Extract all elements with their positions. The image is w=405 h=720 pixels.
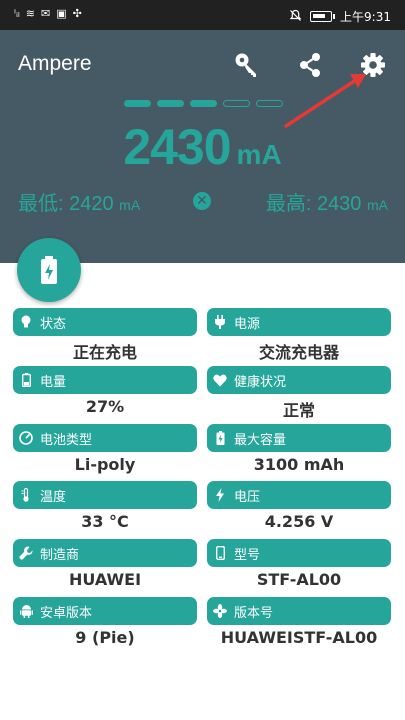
info-cell-model: 型号 STF-AL00 [207,539,391,589]
min-label: 最低: 2420 [18,193,114,215]
thermometer-icon [19,488,33,502]
header: Ampere 2430 mA 最低: 2420 mA ✕ 最高: 2430 mA [0,30,405,263]
info-cell-manufacturer: 制造商 HUAWEI [13,539,197,589]
max-unit: mA [367,197,388,213]
battery-fab-button[interactable] [17,238,81,302]
bulb-icon [19,315,33,329]
info-value: 9 (Pie) [75,628,135,647]
info-label-pill: 电量 [13,366,197,394]
current-value: 2430 [123,119,231,175]
key-icon[interactable] [230,48,264,82]
status-time: 上午9:31 [340,10,391,24]
info-label-pill: 版本号 [207,597,391,625]
info-label-pill: 健康状况 [207,366,391,394]
current-level-indicator [124,100,283,107]
phone-icon [213,546,227,560]
info-cell-voltage: 电压 4.256 V [207,481,391,531]
info-label: 健康状况 [234,374,287,390]
info-label-pill: 型号 [207,539,391,567]
app-notification-icon: ▣ [56,7,67,20]
plug-icon [213,315,227,329]
info-value: 4.256 V [264,512,334,531]
level-segment [223,100,250,107]
lightning-icon [213,488,227,502]
info-value: HUAWEISTF-AL00 [220,628,378,647]
current-reading: 2430 mA [0,118,405,176]
speedometer-icon [19,431,33,445]
info-value: 正在充电 [72,343,137,362]
android-icon [19,604,33,618]
info-label-pill: 电压 [207,481,391,509]
info-value: 33 °C [81,512,129,531]
level-segment [256,100,283,107]
info-value: Li-poly [74,455,136,474]
info-label-pill: 安卓版本 [13,597,197,625]
mail-icon: ✉ [40,7,51,20]
info-label: 温度 [40,489,67,505]
info-label: 状态 [40,316,67,332]
battery-charging-icon [213,431,227,445]
info-value: HUAWEI [68,570,142,589]
level-segment [190,100,217,107]
info-label-pill: 电源 [207,308,391,336]
info-cell-android-version: 安卓版本 9 (Pie) [13,597,197,647]
min-unit: mA [119,197,141,213]
info-cell-level: 电量 27% [13,366,197,416]
level-segment [124,100,151,107]
min-reading: 最低: 2420 mA [18,187,140,216]
info-label: 电源 [234,316,261,332]
info-cell-power-source: 电源 交流充电器 [207,308,391,363]
info-label: 电池类型 [40,432,93,448]
wrench-icon [19,546,33,560]
info-cell-health: 健康状况 正常 [207,366,391,421]
max-label: 最高: 2430 [265,193,362,215]
info-label: 电量 [40,374,67,390]
info-value: 正常 [282,401,315,420]
info-cell-build-number: 版本号 HUAWEISTF-AL00 [207,597,391,647]
app-title: Ampere [18,52,92,75]
info-label-pill: 温度 [13,481,197,509]
info-label-pill: 电池类型 [13,424,197,452]
info-value: 交流充电器 [258,343,339,362]
info-value: 27% [85,397,125,416]
info-label-pill: 制造商 [13,539,197,567]
current-unit: mA [236,139,282,170]
info-value: STF-AL00 [256,570,342,589]
info-label: 最大容量 [234,432,287,448]
info-label: 版本号 [234,605,274,621]
info-label-pill: 状态 [13,308,197,336]
info-label-pill: 最大容量 [207,424,391,452]
info-cell-battery-type: 电池类型 Li-poly [13,424,197,474]
heart-icon [213,373,227,387]
info-label: 电压 [234,489,261,505]
max-reading: 最高: 2430 mA [266,187,388,216]
usb-icon: ✣ [72,7,82,20]
battery-icon [19,373,33,387]
reset-button[interactable]: ✕ [193,192,211,210]
battery-charging-icon [41,256,57,284]
wifi-icon: ≋ [25,7,35,20]
info-cell-temperature: 温度 33 °C [13,481,197,531]
signal-icon: ⁱᵢₗ [14,7,20,20]
status-bar: ⁱᵢₗ ≋ ✉ ▣ ✣ 上午9:31 [0,0,405,30]
status-icons-left: ⁱᵢₗ ≋ ✉ ▣ ✣ [14,8,82,20]
info-label: 安卓版本 [40,605,93,621]
info-value: 3100 mAh [253,455,345,474]
info-cell-max-capacity: 最大容量 3100 mAh [207,424,391,474]
level-segment [157,100,184,107]
status-icons-right: 上午9:31 [289,8,391,25]
battery-status-icon [310,11,336,22]
mute-icon [289,9,302,25]
info-label: 型号 [234,547,261,563]
info-cell-status: 状态 正在充电 [13,308,197,363]
fan-icon [213,604,227,618]
info-label: 制造商 [40,547,80,563]
